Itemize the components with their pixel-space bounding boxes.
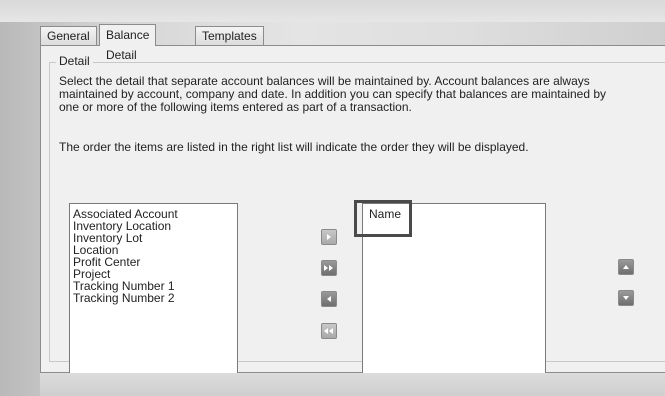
- window-bottom-edge: [40, 373, 665, 396]
- balance-detail-panel: Detail Select the detail that separate a…: [40, 45, 665, 375]
- detail-group-legend: Detail: [56, 54, 93, 68]
- add-all-button[interactable]: [321, 260, 337, 276]
- remove-all-button[interactable]: [321, 323, 337, 339]
- chevron-left-icon: [327, 296, 331, 302]
- tab-templates[interactable]: Templates: [195, 26, 264, 45]
- remove-item-button[interactable]: [321, 291, 337, 307]
- list-item[interactable]: Tracking Number 2: [70, 292, 237, 304]
- highlight-box: [354, 200, 412, 237]
- move-up-button[interactable]: [618, 259, 634, 275]
- move-down-button[interactable]: [618, 290, 634, 306]
- window-top-edge: [0, 0, 665, 22]
- tab-balance-detail[interactable]: Balance Detail: [99, 24, 157, 62]
- available-items-list[interactable]: Associated Account Inventory Location In…: [69, 203, 238, 375]
- detail-description: Select the detail that separate account …: [59, 75, 659, 114]
- chevron-right-icon: [327, 234, 331, 240]
- description-line: one or more of the following items enter…: [59, 100, 412, 114]
- double-chevron-right-icon: [324, 265, 333, 271]
- order-note: The order the items are listed in the ri…: [59, 140, 529, 154]
- add-item-button[interactable]: [321, 229, 337, 245]
- chevron-up-icon: [623, 265, 629, 269]
- double-chevron-left-icon: [324, 328, 333, 334]
- tab-general[interactable]: General: [40, 26, 97, 45]
- chevron-down-icon: [623, 296, 629, 300]
